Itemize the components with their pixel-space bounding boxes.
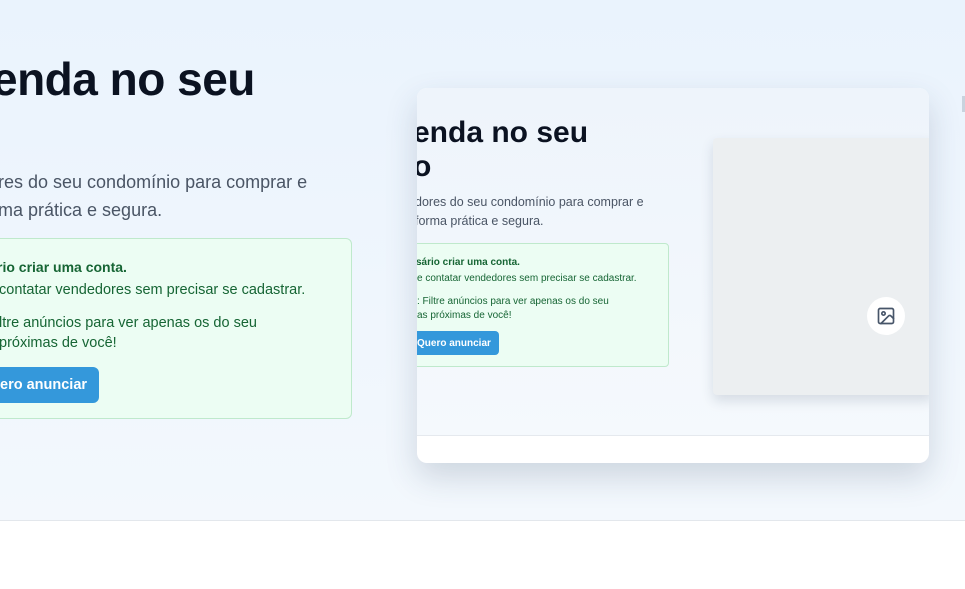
preview-info-box-title: sário criar uma conta. [417,257,520,268]
info-box-title: rio criar uma conta. [0,259,127,275]
preview-image-placeholder [713,138,929,395]
preview-hero: enda no seu o dores do seu condomínio pa… [417,88,929,436]
info-box-text: contatar vendedores sem precisar se cada… [0,282,306,298]
info-box-tip: ltre anúncios para ver apenas os do seu … [0,315,257,351]
preview-info-box-tip: : Filtre anúncios para ver apenas os do … [417,296,609,321]
preview-description: dores do seu condomínio para comprar e f… [417,195,644,228]
image-placeholder-icon [867,297,905,335]
hero-section: enda no seu res do seu condomínio para c… [0,0,965,521]
preview-card: enda no seu o dores do seu condomínio pa… [417,88,929,463]
preview-advertise-button: Quero anunciar [417,331,499,355]
preview-title: enda no seu o [417,116,589,183]
advertise-button[interactable]: ero anunciar [0,367,100,403]
hero-description: res do seu condomínio para comprar e ma … [0,172,308,220]
preview-info-box-text: e contatar vendedores sem precisar se ca… [417,273,637,284]
hero-title: enda no seu [0,53,255,105]
